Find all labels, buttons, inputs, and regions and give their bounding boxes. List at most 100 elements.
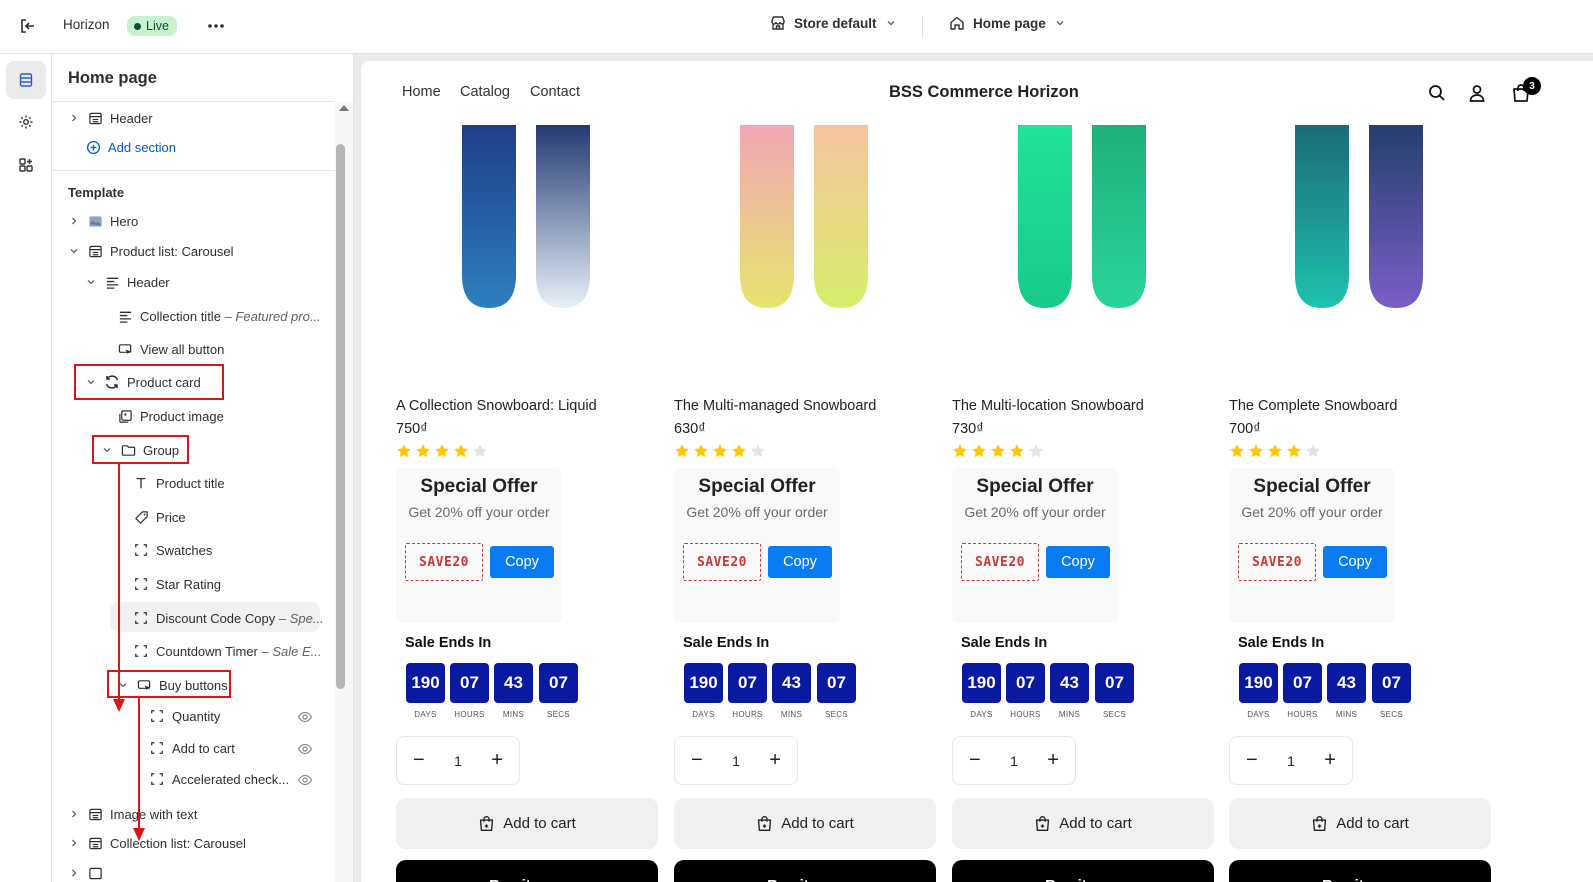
- sidebar-item-label: Countdown Timer: [156, 643, 258, 659]
- decrease-quantity-button[interactable]: −: [413, 749, 425, 772]
- sidebar-scroll-thumb[interactable]: [336, 144, 345, 689]
- product-title[interactable]: The Multi-managed Snowboard: [674, 398, 876, 414]
- more-actions-button[interactable]: [203, 14, 229, 38]
- store-brand[interactable]: BSS Commerce Horizon: [889, 83, 1079, 102]
- store-selector[interactable]: Store default: [770, 15, 897, 31]
- increase-quantity-button[interactable]: +: [1047, 749, 1059, 772]
- cart-count-badge: 3: [1523, 77, 1541, 95]
- increase-quantity-button[interactable]: +: [491, 749, 503, 772]
- quantity-value[interactable]: 1: [1010, 753, 1018, 769]
- sidebar-item-price[interactable]: Price: [133, 509, 186, 525]
- sidebar-item-accelerated-checkout[interactable]: Accelerated check...: [149, 771, 289, 787]
- product-title[interactable]: The Complete Snowboard: [1229, 398, 1397, 414]
- store-header: Home Catalog Contact BSS Commerce Horizo…: [361, 61, 1593, 123]
- quantity-value[interactable]: 1: [732, 753, 740, 769]
- block-icon: [149, 708, 165, 724]
- page-selector[interactable]: Home page: [949, 15, 1066, 31]
- buy-it-now-button[interactable]: Buy it now: [952, 860, 1214, 882]
- add-to-cart-button[interactable]: Add to cart: [396, 798, 658, 849]
- sidebar-item-partial[interactable]: [68, 865, 103, 881]
- buy-it-now-button[interactable]: Buy it now: [396, 860, 658, 882]
- product-title[interactable]: A Collection Snowboard: Liquid: [396, 398, 597, 414]
- product-price: 750₫: [396, 421, 428, 437]
- sidebar-item-view-all[interactable]: View all button: [117, 341, 224, 357]
- search-icon[interactable]: [1427, 83, 1447, 103]
- product-image[interactable]: [1016, 125, 1146, 308]
- copy-code-button[interactable]: Copy: [768, 546, 832, 578]
- product-image[interactable]: [460, 125, 590, 308]
- add-section-button[interactable]: Add section: [85, 139, 176, 155]
- sidebar-item-add-to-cart[interactable]: Add to cart: [149, 740, 235, 756]
- offer-subheading: Get 20% off your order: [964, 504, 1106, 520]
- sidebar-item-hero[interactable]: Hero: [68, 213, 138, 229]
- sidebar-item-label: Accelerated check...: [172, 771, 290, 787]
- discount-code: SAVE20: [405, 543, 483, 581]
- sidebar-item-product-title[interactable]: Product title: [133, 475, 225, 491]
- nav-link-home[interactable]: Home: [402, 84, 441, 100]
- sections-tab[interactable]: [6, 61, 46, 99]
- decrease-quantity-button[interactable]: −: [1246, 749, 1258, 772]
- copy-code-button[interactable]: Copy: [1046, 546, 1110, 578]
- add-section-label: Add section: [108, 139, 176, 155]
- cart-add-icon: [1313, 816, 1327, 831]
- star-filled-icon: [713, 444, 727, 458]
- sidebar-item-sublabel: – Sale E...: [261, 643, 322, 659]
- eye-icon[interactable]: [297, 772, 313, 788]
- decrease-quantity-button[interactable]: −: [691, 749, 703, 772]
- sidebar-item-product-list[interactable]: Product list: Carousel: [68, 243, 234, 259]
- product-card[interactable]: The Complete Snowboard 700₫ Special Offe…: [1229, 125, 1491, 882]
- product-image[interactable]: [1293, 125, 1423, 308]
- nav-link-contact[interactable]: Contact: [530, 84, 580, 100]
- countdown-hours-label: HOURS: [1010, 710, 1041, 719]
- discount-offer-box: Special Offer Get 20% off your order SAV…: [952, 468, 1118, 623]
- sidebar-item-star-rating[interactable]: Star Rating: [133, 576, 221, 592]
- buy-it-now-button[interactable]: Buy it now: [1229, 860, 1491, 882]
- sidebar-item-list-header[interactable]: Header: [85, 274, 170, 290]
- sidebar-item-image-with-text[interactable]: Image with text: [68, 806, 197, 822]
- sidebar-item-label: Header: [127, 274, 170, 290]
- apps-tab[interactable]: [6, 146, 46, 184]
- eye-icon[interactable]: [297, 709, 313, 725]
- account-icon[interactable]: [1467, 83, 1487, 103]
- nav-link-catalog[interactable]: Catalog: [460, 84, 510, 100]
- product-title[interactable]: The Multi-location Snowboard: [952, 398, 1144, 414]
- theme-settings-tab[interactable]: [6, 103, 46, 141]
- countdown-mins: 43: [772, 663, 811, 703]
- increase-quantity-button[interactable]: +: [1324, 749, 1336, 772]
- copy-code-button[interactable]: Copy: [490, 546, 554, 578]
- sidebar-item-collection-title[interactable]: Collection title – Featured pro...: [117, 308, 321, 324]
- sidebar-item-quantity[interactable]: Quantity: [149, 708, 220, 724]
- offer-subheading: Get 20% off your order: [1241, 504, 1383, 520]
- exit-icon[interactable]: [16, 14, 40, 38]
- countdown-mins: 43: [494, 663, 533, 703]
- increase-quantity-button[interactable]: +: [769, 749, 781, 772]
- star-filled-icon: [1010, 444, 1024, 458]
- star-filled-icon: [732, 444, 746, 458]
- offer-heading: Special Offer: [698, 476, 816, 497]
- sidebar-item-product-image[interactable]: Product image: [117, 408, 224, 424]
- sidebar-item-collection-list[interactable]: Collection list: Carousel: [68, 835, 246, 851]
- star-filled-icon: [694, 444, 708, 458]
- sidebar-item-discount-code[interactable]: Discount Code Copy – Spe...: [133, 610, 324, 626]
- block-icon: [133, 542, 149, 558]
- sidebar-item-countdown[interactable]: Countdown Timer – Sale E...: [133, 643, 322, 659]
- star-filled-icon: [991, 444, 1005, 458]
- buy-it-now-button[interactable]: Buy it now: [674, 860, 936, 882]
- product-card[interactable]: The Multi-managed Snowboard 630₫ Special…: [674, 125, 936, 882]
- eye-icon[interactable]: [297, 741, 313, 757]
- star-rating: [674, 443, 766, 459]
- quantity-value[interactable]: 1: [1287, 753, 1295, 769]
- sidebar-item-header[interactable]: Header: [68, 110, 153, 126]
- chevron-right-icon: [68, 837, 80, 849]
- sidebar-item-swatches[interactable]: Swatches: [133, 542, 212, 558]
- quantity-value[interactable]: 1: [454, 753, 462, 769]
- add-to-cart-button[interactable]: Add to cart: [1229, 798, 1491, 849]
- product-card[interactable]: A Collection Snowboard: Liquid 750₫ Spec…: [396, 125, 658, 882]
- product-card[interactable]: The Multi-location Snowboard 730₫ Specia…: [952, 125, 1214, 882]
- decrease-quantity-button[interactable]: −: [969, 749, 981, 772]
- copy-code-button[interactable]: Copy: [1323, 546, 1387, 578]
- product-image[interactable]: [738, 125, 868, 308]
- scroll-up-arrow-icon[interactable]: [339, 105, 349, 111]
- add-to-cart-button[interactable]: Add to cart: [674, 798, 936, 849]
- add-to-cart-button[interactable]: Add to cart: [952, 798, 1214, 849]
